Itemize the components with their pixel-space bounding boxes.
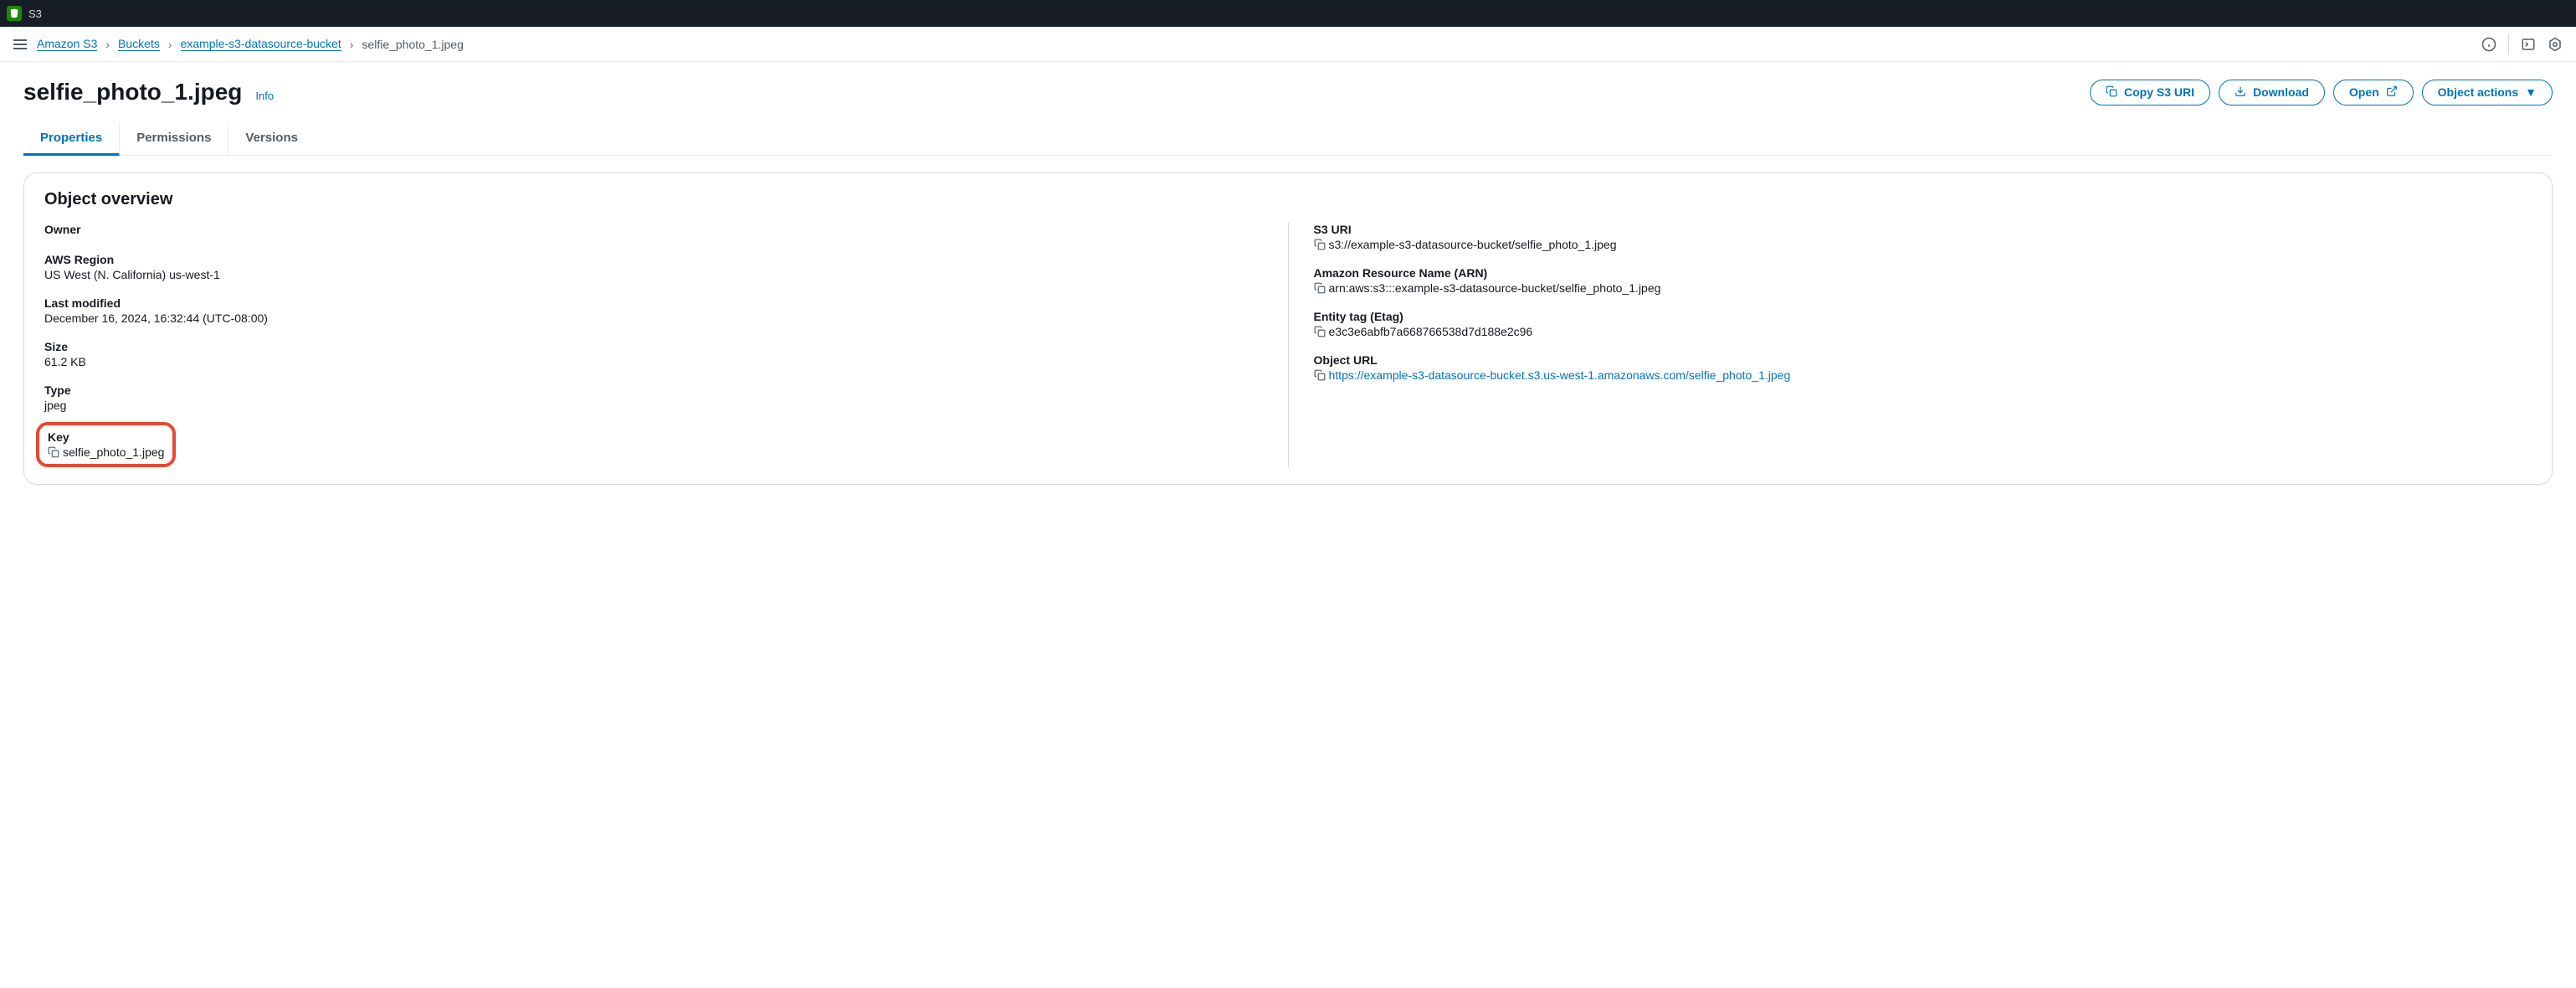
action-buttons: Copy S3 URI Download Open Object actions… — [2090, 80, 2553, 105]
object-url-label: Object URL — [1314, 353, 2532, 367]
copy-icon — [2106, 85, 2117, 100]
overview-right-column: S3 URI s3://example-s3-datasource-bucket… — [1288, 223, 2532, 467]
main-content: selfie_photo_1.jpeg Info Copy S3 URI Dow… — [0, 62, 2576, 502]
s3-service-icon — [7, 6, 22, 21]
breadcrumb: Amazon S3 › Buckets › example-s3-datasou… — [37, 37, 464, 51]
download-icon — [2235, 85, 2246, 100]
s3-uri-value: s3://example-s3-datasource-bucket/selfie… — [1329, 238, 1617, 251]
copy-icon[interactable] — [1314, 326, 1326, 337]
breadcrumb-current: selfie_photo_1.jpeg — [362, 38, 463, 51]
type-label: Type — [44, 383, 1263, 397]
copy-s3-uri-button[interactable]: Copy S3 URI — [2090, 80, 2210, 105]
key-label: Key — [48, 430, 164, 444]
arn-value: arn:aws:s3:::example-s3-datasource-bucke… — [1329, 281, 1661, 295]
field-etag: Entity tag (Etag) e3c3e6abfb7a668766538d… — [1314, 310, 2532, 338]
field-owner: Owner — [44, 223, 1263, 238]
field-last-modified: Last modified December 16, 2024, 16:32:4… — [44, 296, 1263, 325]
console-topbar: S3 — [0, 0, 2576, 27]
copy-icon[interactable] — [1314, 282, 1326, 294]
cloudshell-icon[interactable] — [2521, 37, 2536, 52]
key-highlight: Key selfie_photo_1.jpeg — [36, 422, 176, 467]
size-value: 61.2 KB — [44, 355, 1263, 368]
object-overview-panel: Object overview Owner AWS Region US West… — [23, 172, 2553, 485]
size-label: Size — [44, 340, 1263, 353]
caret-down-icon: ▼ — [2525, 85, 2537, 99]
tab-versions[interactable]: Versions — [228, 122, 315, 155]
field-size: Size 61.2 KB — [44, 340, 1263, 368]
field-type: Type jpeg — [44, 383, 1263, 412]
field-s3-uri: S3 URI s3://example-s3-datasource-bucket… — [1314, 223, 2532, 251]
open-label: Open — [2349, 85, 2379, 99]
copy-icon[interactable] — [48, 446, 59, 458]
last-modified-label: Last modified — [44, 296, 1263, 310]
tabs: Properties Permissions Versions — [23, 122, 2553, 156]
breadcrumb-buckets[interactable]: Buckets — [118, 37, 160, 51]
overview-left-column: Owner AWS Region US West (N. California)… — [44, 223, 1288, 467]
key-value: selfie_photo_1.jpeg — [63, 445, 164, 459]
arn-label: Amazon Resource Name (ARN) — [1314, 266, 2532, 280]
object-actions-label: Object actions — [2438, 85, 2518, 99]
s3-uri-label: S3 URI — [1314, 223, 2532, 236]
info-icon[interactable] — [2481, 37, 2496, 52]
chevron-right-icon: › — [105, 38, 110, 51]
chevron-right-icon: › — [350, 38, 354, 51]
title-row: selfie_photo_1.jpeg Info Copy S3 URI Dow… — [23, 79, 2553, 105]
service-name: S3 — [28, 8, 42, 20]
download-label: Download — [2253, 85, 2309, 99]
overview-heading: Object overview — [44, 190, 2532, 209]
subheader: Amazon S3 › Buckets › example-s3-datasou… — [0, 27, 2576, 62]
etag-value: e3c3e6abfb7a668766538d7d188e2c96 — [1329, 325, 1533, 338]
object-actions-button[interactable]: Object actions ▼ — [2422, 80, 2553, 105]
nav-toggle-icon[interactable] — [13, 39, 27, 49]
copy-s3-uri-label: Copy S3 URI — [2124, 85, 2194, 99]
open-button[interactable]: Open — [2333, 80, 2414, 105]
divider — [2508, 34, 2509, 54]
last-modified-value: December 16, 2024, 16:32:44 (UTC-08:00) — [44, 311, 1263, 325]
field-object-url: Object URL https://example-s3-datasource… — [1314, 353, 2532, 382]
breadcrumb-amazon-s3[interactable]: Amazon S3 — [37, 37, 97, 51]
region-value: US West (N. California) us-west-1 — [44, 268, 1263, 281]
tab-properties[interactable]: Properties — [23, 122, 120, 156]
breadcrumb-bucket-name[interactable]: example-s3-datasource-bucket — [181, 37, 341, 51]
field-key: Key selfie_photo_1.jpeg — [48, 430, 164, 459]
field-region: AWS Region US West (N. California) us-we… — [44, 253, 1263, 281]
owner-label: Owner — [44, 223, 1263, 236]
external-link-icon — [2386, 85, 2398, 100]
type-value: jpeg — [44, 399, 1263, 412]
download-button[interactable]: Download — [2219, 80, 2325, 105]
field-arn: Amazon Resource Name (ARN) arn:aws:s3:::… — [1314, 266, 2532, 295]
region-label: AWS Region — [44, 253, 1263, 266]
chevron-right-icon: › — [168, 38, 172, 51]
copy-icon[interactable] — [1314, 239, 1326, 250]
info-link[interactable]: Info — [255, 90, 274, 102]
page-title: selfie_photo_1.jpeg — [23, 79, 242, 105]
copy-icon[interactable] — [1314, 369, 1326, 381]
tab-permissions[interactable]: Permissions — [120, 122, 228, 155]
etag-label: Entity tag (Etag) — [1314, 310, 2532, 323]
settings-icon[interactable] — [2548, 37, 2563, 52]
object-url-value[interactable]: https://example-s3-datasource-bucket.s3.… — [1329, 368, 1791, 382]
